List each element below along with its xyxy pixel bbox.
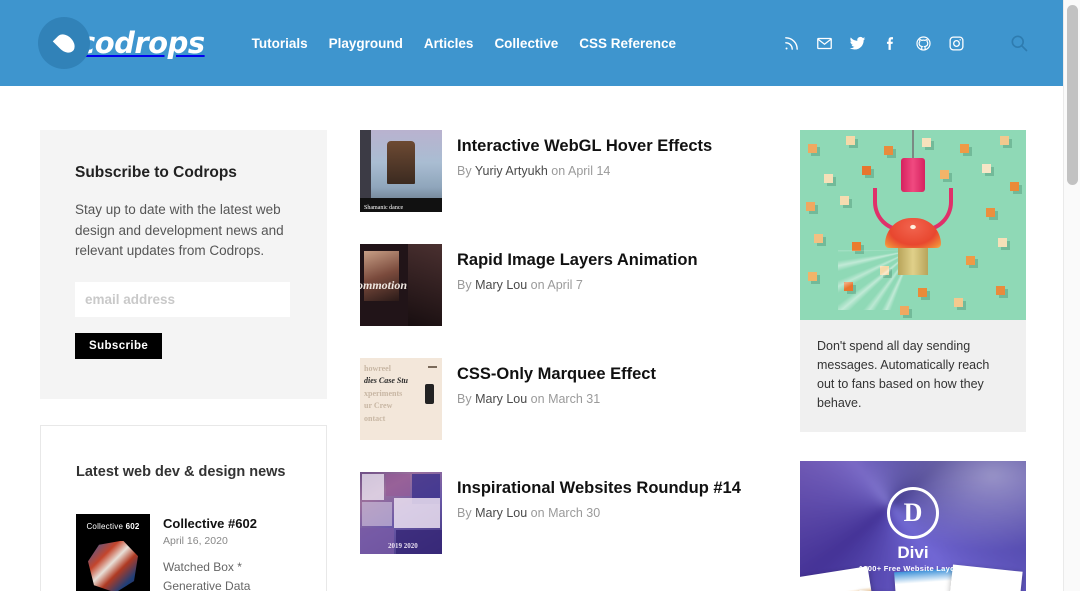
subscribe-button[interactable]: Subscribe [75, 332, 163, 359]
latest-news-panel: Latest web dev & design news Collective … [40, 424, 327, 591]
logo-text: codrops [78, 26, 205, 60]
article-title[interactable]: Interactive WebGL Hover Effects [457, 137, 712, 157]
latest-news-title: Latest web dev & design news [76, 463, 286, 480]
list-item[interactable]: Collective 602 Collective #602 April 16,… [76, 513, 291, 591]
article-byline: By Mary Lou on March 30 [457, 506, 741, 520]
article-title[interactable]: Rapid Image Layers Animation [457, 251, 698, 271]
thumb-line: ontact [364, 413, 386, 423]
article-date: March 30 [548, 505, 601, 520]
right-sidebar: Don't spend all day sending messages. Au… [800, 130, 1026, 591]
news-thumbnail: Collective 602 [76, 513, 150, 591]
article-thumb-caption: 2019 2020 [388, 542, 418, 550]
article-byline: By Mary Lou on April 7 [457, 278, 698, 292]
nav-item-collective[interactable]: Collective [494, 36, 558, 51]
article-title[interactable]: CSS-Only Marquee Effect [457, 365, 656, 385]
article-date: April 14 [567, 163, 611, 178]
article-author[interactable]: Mary Lou [475, 506, 527, 520]
article-byline: By Mary Lou on March 31 [457, 392, 656, 406]
article-thumbnail[interactable]: howreel dies Case Stu xperiments ur Crew… [360, 358, 442, 440]
article-list: Shamanic dance Interactive WebGL Hover E… [360, 130, 760, 586]
twitter-icon[interactable] [847, 33, 867, 53]
byline-prefix: By [457, 505, 472, 520]
crystal-graphic [88, 540, 138, 591]
byline-on: on [530, 391, 545, 406]
article-byline: By Yuriy Artyukh on April 14 [457, 164, 712, 178]
header-social-bar [781, 32, 1030, 54]
ad-primary[interactable]: Don't spend all day sending messages. Au… [800, 130, 1026, 432]
article-title[interactable]: Inspirational Websites Roundup #14 [457, 479, 741, 499]
github-icon[interactable] [913, 33, 933, 53]
article-item[interactable]: howreel dies Case Stu xperiments ur Crew… [360, 358, 760, 440]
can-graphic [898, 245, 928, 275]
divi-subtitle: 1000+ Free Website Layouts [858, 564, 968, 573]
subscribe-panel: Subscribe to Codrops Stay up to date wit… [40, 130, 327, 399]
nav-item-playground[interactable]: Playground [329, 36, 403, 51]
claw-machine-icon [901, 158, 925, 192]
article-item[interactable]: ommotion Rapid Image Layers Animation By… [360, 244, 760, 326]
article-date: April 7 [547, 277, 583, 292]
water-drop-icon [38, 17, 90, 69]
article-body: Interactive WebGL Hover Effects By Yuriy… [457, 130, 712, 212]
nav-item-tutorials[interactable]: Tutorials [252, 36, 308, 51]
site-header: codrops Tutorials Playground Articles Co… [0, 0, 1063, 86]
subscribe-title: Subscribe to Codrops [75, 164, 237, 181]
news-thumb-number: 602 [125, 521, 140, 531]
news-item-excerpt: Watched Box * Generative Data Visualizat… [163, 560, 251, 591]
divi-brand-name: Divi [897, 543, 929, 562]
article-thumbnail[interactable]: Shamanic dance [360, 130, 442, 212]
article-thumbnail[interactable]: 2019 2020 [360, 472, 442, 554]
ad-primary-caption: Don't spend all day sending messages. Au… [800, 320, 1026, 432]
instagram-icon[interactable] [946, 33, 966, 53]
left-sidebar: Subscribe to Codrops Stay up to date wit… [40, 130, 327, 591]
search-icon[interactable] [1008, 32, 1030, 54]
main-nav: Tutorials Playground Articles Collective… [252, 36, 676, 51]
byline-prefix: By [457, 163, 472, 178]
article-author[interactable]: Mary Lou [475, 278, 527, 292]
article-thumbnail[interactable]: ommotion [360, 244, 442, 326]
byline-on: on [530, 505, 545, 520]
byline-prefix: By [457, 391, 472, 406]
site-logo[interactable]: codrops [38, 17, 205, 69]
byline-on: on [551, 163, 566, 178]
rss-icon[interactable] [781, 33, 801, 53]
article-date: March 31 [548, 391, 601, 406]
thumb-line: howreel [364, 364, 391, 373]
nav-item-css-reference[interactable]: CSS Reference [579, 36, 676, 51]
facebook-icon[interactable] [880, 33, 900, 53]
article-body: Rapid Image Layers Animation By Mary Lou… [457, 244, 698, 326]
article-body: Inspirational Websites Roundup #14 By Ma… [457, 472, 741, 554]
article-author[interactable]: Mary Lou [475, 392, 527, 406]
article-thumb-caption: ommotion [360, 278, 408, 293]
byline-prefix: By [457, 277, 472, 292]
article-thumb-caption: Shamanic dance [364, 205, 404, 211]
claw-rod [912, 130, 914, 160]
news-meta: Collective #602 April 16, 2020 Watched B… [163, 514, 291, 591]
divi-logo-icon: D [887, 487, 939, 539]
article-item[interactable]: 2019 2020 Inspirational Websites Roundup… [360, 472, 760, 554]
nav-item-articles[interactable]: Articles [424, 36, 474, 51]
news-thumb-prefix: Collective [86, 521, 124, 531]
article-body: CSS-Only Marquee Effect By Mary Lou on M… [457, 358, 656, 440]
email-icon[interactable] [814, 33, 834, 53]
ad-secondary[interactable]: D Divi 1000+ Free Website Layouts [800, 461, 1026, 591]
scrollbar-thumb[interactable] [1067, 5, 1078, 185]
page-root: codrops Tutorials Playground Articles Co… [0, 0, 1080, 591]
byline-on: on [530, 277, 545, 292]
ad-primary-image [800, 130, 1026, 320]
subscribe-description: Stay up to date with the latest web desi… [75, 202, 284, 259]
news-item-title[interactable]: Collective #602 [163, 516, 291, 532]
page-content: Subscribe to Codrops Stay up to date wit… [0, 86, 1063, 591]
email-input[interactable] [75, 281, 290, 317]
news-item-date: April 16, 2020 [163, 535, 228, 548]
page-scrollbar[interactable] [1063, 0, 1080, 591]
article-item[interactable]: Shamanic dance Interactive WebGL Hover E… [360, 130, 760, 212]
article-author[interactable]: Yuriy Artyukh [475, 164, 548, 178]
